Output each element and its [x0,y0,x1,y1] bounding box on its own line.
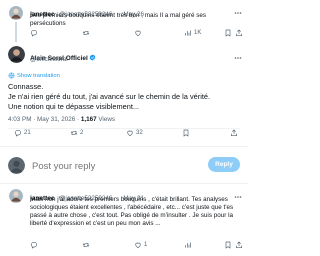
user-avatar-icon [8,157,25,174]
views-count: 1K [194,30,202,36]
bookmark-icon [225,29,231,37]
reply-composer: Reply [0,147,248,183]
more-options-icon[interactable] [234,48,242,59]
heart-icon [127,130,133,137]
reply-icon [14,129,22,137]
avatar[interactable] [9,189,23,203]
repost-button[interactable] [82,29,90,37]
thread-line [15,22,17,42]
divider [8,128,240,129]
post-text: Ses premiers bouquins étaient très bon ,… [30,12,207,27]
views-chart-icon [185,242,191,248]
bookmark-button[interactable] [224,29,232,37]
reply-post-2[interactable]: janettec @janette52259246 · May 31 Mais … [0,184,248,256]
views-button[interactable] [184,241,192,249]
repost-icon [70,131,78,135]
post-line: Connasse. [8,82,44,91]
bookmark-icon [183,129,189,137]
repost-count: 2 [80,130,84,136]
like-button[interactable] [134,29,142,37]
like-button[interactable]: 32 [126,129,143,137]
more-options-icon[interactable] [234,187,242,198]
show-translation-link[interactable]: Show translation [8,72,60,79]
post-line: Je n'ai rien géré du tout, j'ai avancé s… [8,92,211,101]
avatar [8,157,25,174]
share-icon [236,241,242,248]
reply-submit-button[interactable]: Reply [208,157,240,172]
views-count: 1,167 [80,116,97,123]
reply-icon [30,241,38,249]
share-button[interactable] [235,29,243,37]
like-count: 32 [136,130,143,136]
share-button[interactable] [235,241,243,249]
reply-button[interactable]: 21 [14,129,31,137]
bookmark-icon [225,241,231,249]
repost-button[interactable]: 2 [70,129,83,137]
repost-icon [82,243,90,247]
share-icon [236,29,242,36]
heart-icon [135,30,141,37]
avatar[interactable] [9,6,23,20]
post-line: Une notion qui te dépasse visiblement... [8,102,140,111]
share-button[interactable] [230,129,238,137]
globe-icon [8,72,15,79]
heart-icon [135,242,141,249]
show-translation-label: Show translation [17,72,60,79]
post-meta: 4:03 PM · May 31, 2026 · 1,167 Views [8,116,116,123]
reply-button[interactable] [30,241,38,249]
bookmark-button[interactable] [182,129,190,137]
repost-button[interactable] [82,241,90,249]
author-handle[interactable]: @officielsoral [30,56,68,64]
like-button[interactable]: 1 [134,241,147,249]
reply-post-1[interactable]: janettec @janette52259246 · May 26 Ses p… [0,0,248,44]
verified-badge-icon [89,54,96,61]
main-post: Alain Soral Officiel @officielsoral Show… [0,44,248,152]
avatar[interactable] [8,46,25,63]
reply-button[interactable] [30,29,38,37]
repost-icon [82,31,90,35]
bookmark-button[interactable] [224,241,232,249]
post-timestamp[interactable]: 4:03 PM · May 31, 2026 [8,116,75,123]
like-count: 1 [144,242,148,248]
views-button[interactable]: 1K [184,29,201,37]
views-chart-icon [185,30,191,36]
user-avatar-icon [9,6,23,20]
views-label: Views [98,116,116,123]
user-avatar-icon [8,46,25,63]
share-icon [231,129,237,136]
user-avatar-icon [9,189,23,203]
more-options-icon[interactable] [234,3,242,14]
reply-icon [30,29,38,37]
reply-count: 21 [24,130,31,136]
post-body: Connasse. Je n'ai rien géré du tout, j'a… [8,82,240,112]
reply-input[interactable] [32,159,192,173]
post-text: Mais non j'ai adore tes premiers bouquin… [30,196,234,227]
